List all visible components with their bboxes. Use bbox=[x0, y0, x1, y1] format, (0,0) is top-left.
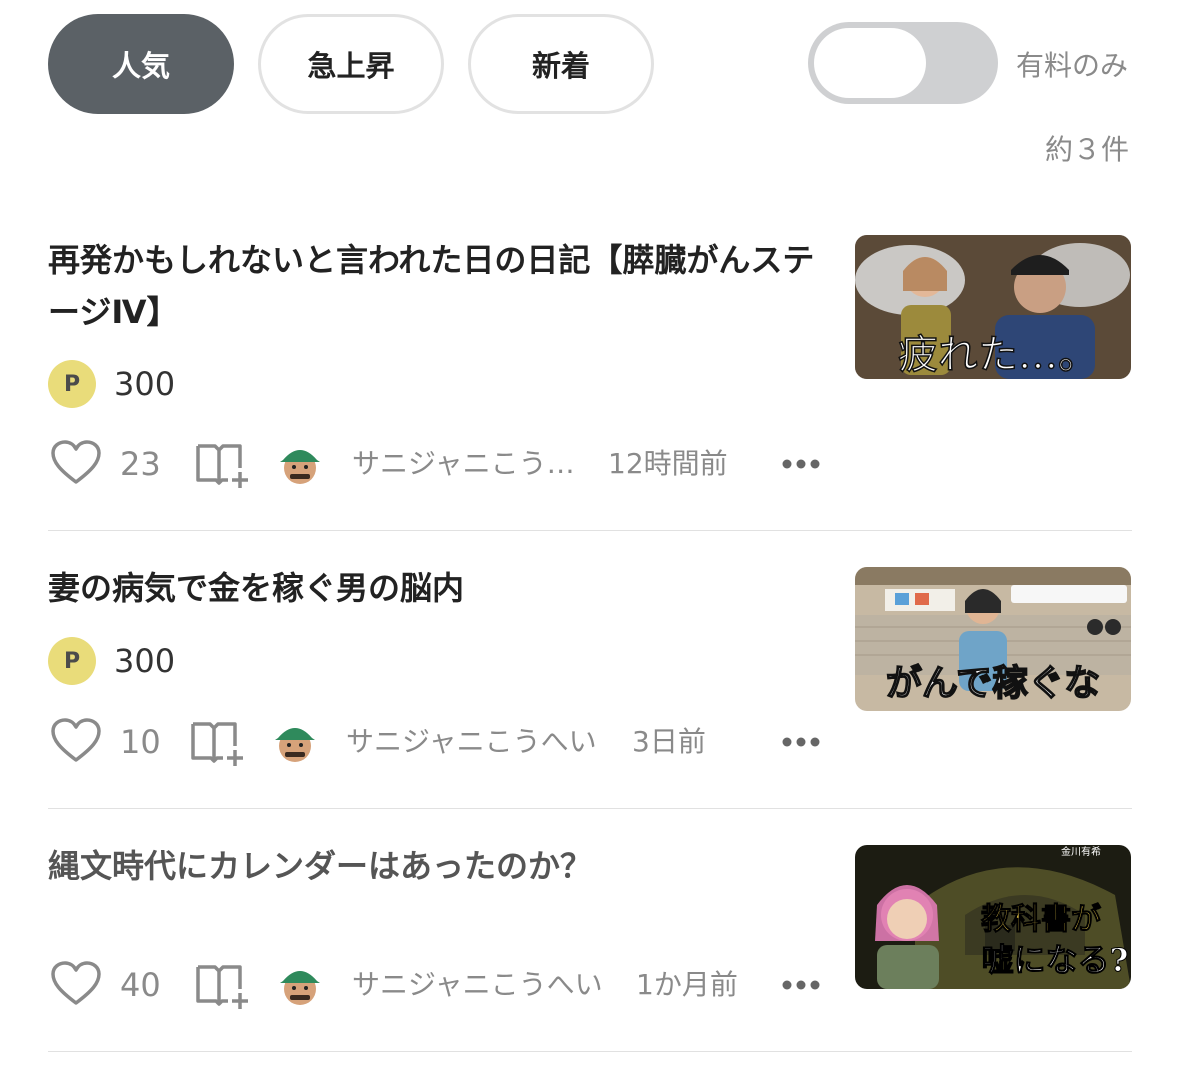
thumbnail-caption-1: 教科書が bbox=[981, 902, 1101, 937]
post-time: 3日前 bbox=[632, 725, 706, 758]
tab-new[interactable]: 新着 bbox=[468, 14, 654, 114]
paid-only-label: 有料のみ bbox=[1016, 49, 1129, 82]
post-time: 12時間前 bbox=[608, 447, 728, 480]
author-avatar[interactable] bbox=[278, 961, 322, 1009]
like-count: 40 bbox=[120, 966, 161, 1004]
more-options-icon[interactable] bbox=[782, 979, 820, 991]
more-options-icon[interactable] bbox=[782, 736, 820, 748]
thumbnail-caption: がんで稼ぐな bbox=[886, 663, 1100, 704]
article-title[interactable]: 縄文時代にカレンダーはあったのか？ bbox=[48, 840, 828, 892]
result-count: 約３件 bbox=[1044, 133, 1129, 166]
more-options-icon[interactable] bbox=[782, 458, 820, 470]
author-avatar[interactable] bbox=[278, 440, 322, 488]
thumbnail-image: がんで稼ぐな bbox=[855, 567, 1131, 711]
article-item[interactable]: 再発かもしれないと言われた日の日記【膵臓がんステージⅣ】 疲れた…。 P 300… bbox=[48, 224, 1132, 531]
add-to-magazine-icon[interactable] bbox=[190, 718, 246, 766]
article-item[interactable]: 縄文時代にカレンダーはあったのか？ 金川有希 教科書が 嘘になる? 40 サニジ… bbox=[48, 809, 1132, 1052]
paid-only-toggle[interactable] bbox=[808, 22, 998, 104]
price-value: 300 bbox=[114, 642, 176, 680]
thumbnail-caption-2: 嘘になる? bbox=[982, 941, 1129, 979]
article-meta: 10 サニジャニこうへい 3日前 bbox=[48, 716, 848, 768]
thumbnail-caption: 疲れた…。 bbox=[898, 332, 1098, 378]
point-coin-icon: P bbox=[48, 360, 96, 408]
tab-rising[interactable]: 急上昇 bbox=[258, 14, 444, 114]
article-title[interactable]: 妻の病気で金を稼ぐ男の脳内 bbox=[48, 562, 828, 614]
author-name[interactable]: サニジャニこうへい bbox=[346, 716, 597, 768]
heart-icon[interactable] bbox=[50, 718, 102, 764]
heart-icon[interactable] bbox=[50, 961, 102, 1007]
add-to-magazine-icon[interactable] bbox=[195, 961, 251, 1009]
price: P 300 bbox=[48, 637, 175, 685]
author-name[interactable]: サニジャニこう… bbox=[352, 438, 575, 490]
thumbnail-tag: 金川有希 bbox=[1061, 845, 1101, 858]
heart-icon[interactable] bbox=[50, 440, 102, 486]
thumbnail-image: 疲れた…。 bbox=[855, 235, 1131, 379]
thumbnail-image: 金川有希 教科書が 嘘になる? bbox=[855, 845, 1131, 989]
like-count: 23 bbox=[120, 445, 161, 483]
article-item[interactable]: 妻の病気で金を稼ぐ男の脳内 がんで稼ぐな P 300 10 サニジャニこうへい … bbox=[48, 531, 1132, 809]
article-thumbnail[interactable]: 金川有希 教科書が 嘘になる? bbox=[855, 845, 1131, 989]
author-avatar[interactable] bbox=[273, 718, 317, 766]
price: P 300 bbox=[48, 360, 175, 408]
article-meta: 40 サニジャニこうへい 1か月前 bbox=[48, 959, 848, 1011]
price-value: 300 bbox=[114, 365, 176, 403]
article-title[interactable]: 再発かもしれないと言われた日の日記【膵臓がんステージⅣ】 bbox=[48, 234, 828, 338]
article-thumbnail[interactable]: がんで稼ぐな bbox=[855, 567, 1131, 711]
post-time: 1か月前 bbox=[636, 968, 738, 1001]
tab-popular[interactable]: 人気 bbox=[48, 14, 234, 114]
article-meta: 23 サニジャニこう… 12時間前 bbox=[48, 438, 848, 490]
add-to-magazine-icon[interactable] bbox=[195, 440, 251, 488]
author-name[interactable]: サニジャニこうへい bbox=[352, 959, 603, 1011]
toggle-knob bbox=[814, 28, 926, 98]
article-thumbnail[interactable]: 疲れた…。 bbox=[855, 235, 1131, 379]
like-count: 10 bbox=[120, 723, 161, 761]
point-coin-icon: P bbox=[48, 637, 96, 685]
